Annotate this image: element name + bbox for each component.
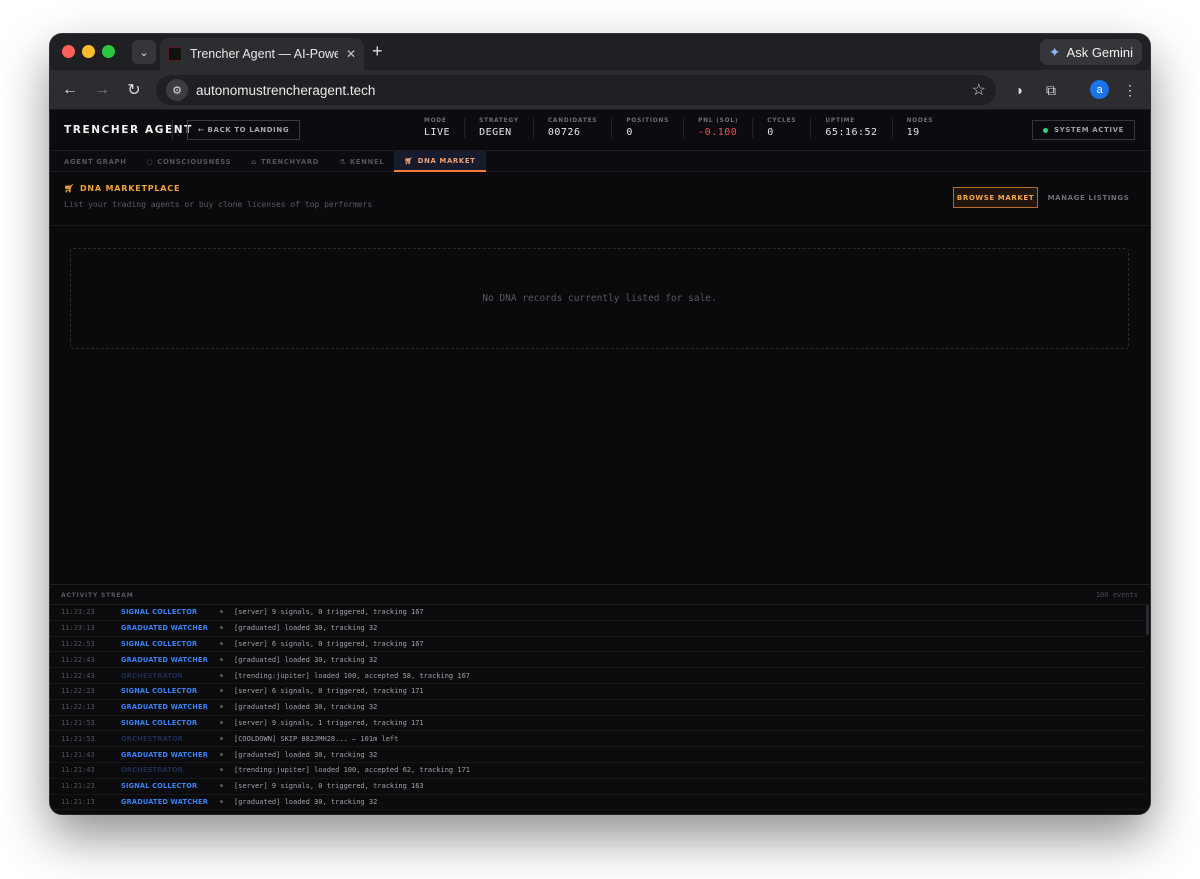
stats-bar: MODE LIVE STRATEGY DEGEN CANDIDATES 00726 P… (410, 118, 947, 138)
app-logo: TRENCHER AGENT (64, 124, 193, 136)
stat-nodes: NODES 19 (891, 118, 948, 138)
minimize-window-button[interactable] (82, 45, 95, 58)
gemini-sparkle-icon: ✦ (1048, 43, 1061, 60)
browser-window: ⌄ Trencher Agent — AI-Powered ✕ + ✦ Ask … (50, 34, 1150, 814)
ask-gemini-button[interactable]: ✦ Ask Gemini (1039, 39, 1142, 65)
status-dot-icon (1042, 127, 1048, 133)
stat-positions: POSITIONS 0 (611, 118, 683, 138)
site-info-icon[interactable]: ⚙ (166, 79, 188, 101)
bullet-icon: ● (220, 688, 224, 695)
bookmark-star-icon[interactable]: ☆ (972, 80, 986, 100)
reload-icon[interactable]: ↻ (122, 78, 146, 102)
tab-strip: ⌄ Trencher Agent — AI-Powered ✕ + ✦ Ask … (50, 34, 1150, 70)
tab-close-icon[interactable]: ✕ (346, 47, 356, 61)
activity-row: 11:22:23 SIGNAL COLLECTOR ● [server] 6 sign… (50, 684, 1146, 700)
activity-row: 11:21:23 SIGNAL COLLECTOR ● [server] 9 sign… (50, 779, 1146, 795)
activity-scrollbar[interactable] (1146, 605, 1149, 635)
bullet-icon: ● (220, 704, 224, 711)
url-text[interactable]: autonomustrencheragent.tech (196, 83, 972, 98)
browser-menu-icon[interactable]: ⋮ (1119, 79, 1141, 101)
activity-row: 11:22:53 SIGNAL COLLECTOR ● [server] 6 sign… (50, 637, 1146, 653)
system-status-badge: SYSTEM ACTIVE (1031, 120, 1135, 140)
activity-row: 11:23:23 SIGNAL COLLECTOR ● [server] 9 sign… (50, 605, 1146, 621)
tab-search-chevron-icon[interactable]: ⌄ (132, 40, 156, 64)
bullet-icon: ● (220, 656, 224, 663)
site-favicon-icon (168, 47, 182, 61)
browser-toolbar: ← → ↻ ⚙ autonomustrencheragent.tech ☆ ◗ … (50, 70, 1150, 110)
new-tab-plus-icon[interactable]: + (372, 41, 383, 61)
back-to-landing-button[interactable]: ← BACK TO LANDING (187, 120, 301, 140)
tab-title: Trencher Agent — AI-Powered (190, 47, 338, 61)
cart-icon: 🛒︎ (64, 184, 75, 193)
forward-arrow-icon[interactable]: → (90, 78, 114, 102)
tab-dna-market[interactable]: 🛒︎ DNA MARKET (394, 151, 486, 172)
empty-listings-box: No DNA records currently listed for sale… (70, 248, 1129, 349)
system-status-label: SYSTEM ACTIVE (1053, 126, 1124, 134)
profile-avatar[interactable]: a (1090, 80, 1109, 99)
activity-row: 11:21:53 SIGNAL COLLECTOR ● [server] 9 sign… (50, 716, 1146, 732)
manage-listings-button[interactable]: MANAGE LISTINGS (1046, 187, 1131, 208)
activity-row: 11:21:43 ORCHESTRATOR ● [trending:jupiter] … (50, 763, 1146, 779)
activity-row: 11:22:43 ORCHESTRATOR ● [trending:jupiter] … (50, 668, 1146, 684)
activity-header: ACTIVITY STREAM 100 events (50, 585, 1150, 605)
app-header: TRENCHER AGENT ← BACK TO LANDING MODE LIV… (50, 110, 1150, 151)
bullet-icon: ● (220, 719, 224, 726)
bullet-icon: ● (220, 735, 224, 742)
app-root: TRENCHER AGENT ← BACK TO LANDING MODE LIV… (50, 110, 1150, 814)
market-subtitle: List your trading agents or buy clone li… (64, 200, 373, 209)
back-arrow-icon[interactable]: ← (58, 78, 82, 102)
bullet-icon: ● (220, 609, 224, 616)
tab-agent-graph[interactable]: AGENT GRAPH (54, 151, 137, 172)
browse-market-button[interactable]: BROWSE MARKET (953, 187, 1038, 208)
stat-mode: MODE LIVE (424, 118, 451, 138)
activity-row: 11:22:43 GRADUATED WATCHER ● [graduated] lo… (50, 652, 1146, 669)
bullet-icon: ● (220, 625, 224, 632)
activity-count: 100 events (1095, 591, 1138, 599)
stat-uptime: UPTIME 65:16:52 (810, 118, 891, 138)
maximize-window-button[interactable] (102, 45, 115, 58)
market-header: 🛒︎ DNA MARKETPLACE List your trading age… (50, 172, 1150, 226)
bullet-icon: ● (220, 751, 224, 758)
app-tabs: AGENT GRAPH ○ CONSCIOUSNESS ⌂ TRENCHYARD ⚗… (50, 151, 1150, 172)
home-icon: ⌂ (251, 157, 257, 166)
activity-row: 11:21:43 GRADUATED WATCHER ● [graduated] lo… (50, 747, 1146, 763)
ask-gemini-label: Ask Gemini (1066, 44, 1133, 60)
activity-title: ACTIVITY STREAM (61, 592, 134, 599)
tab-consciousness[interactable]: ○ CONSCIOUSNESS (137, 151, 242, 172)
address-bar[interactable]: ⚙ autonomustrencheragent.tech ☆ (156, 75, 996, 105)
extensions-icon[interactable]: ⧉ (1040, 79, 1062, 101)
activity-row: 11:21:13 GRADUATED WATCHER ● [graduated] lo… (50, 795, 1146, 811)
bullet-icon: ● (220, 640, 224, 647)
activity-row: 11:22:13 GRADUATED WATCHER ● [graduated] lo… (50, 700, 1146, 716)
flask-icon: ⚗ (339, 157, 346, 166)
header-divider (172, 120, 173, 140)
tab-trenchyard[interactable]: ⌂ TRENCHYARD (241, 151, 329, 172)
extension-puzzle-icon[interactable]: ◗ (1009, 79, 1031, 101)
circle-icon: ○ (146, 157, 154, 166)
tab-kennel[interactable]: ⚗ KENNEL (329, 151, 394, 172)
browser-tab[interactable]: Trencher Agent — AI-Powered ✕ (160, 38, 364, 70)
bullet-icon: ● (220, 767, 224, 774)
stat-pnl: PNL (SOL) -0.100 (683, 118, 752, 138)
cart-icon: 🛒︎ (404, 156, 414, 165)
stat-strategy: STRATEGY DEGEN (464, 118, 533, 138)
activity-row: 11:23:13 GRADUATED WATCHER ● [graduated] lo… (50, 621, 1146, 637)
bullet-icon: ● (220, 798, 224, 805)
empty-state-text: No DNA records currently listed for sale… (482, 293, 717, 304)
activity-stream: ACTIVITY STREAM 100 events 11:23:23 SIGNA… (50, 584, 1150, 814)
close-window-button[interactable] (62, 45, 75, 58)
bullet-icon: ● (220, 783, 224, 790)
stat-candidates: CANDIDATES 00726 (532, 118, 612, 138)
bullet-icon: ● (220, 672, 224, 679)
market-title: 🛒︎ DNA MARKETPLACE (64, 184, 181, 193)
activity-row: 11:21:53 ORCHESTRATOR ● [COOLDOWN] SKIP 882… (50, 731, 1146, 748)
stat-cycles: CYCLES 0 (752, 118, 810, 138)
